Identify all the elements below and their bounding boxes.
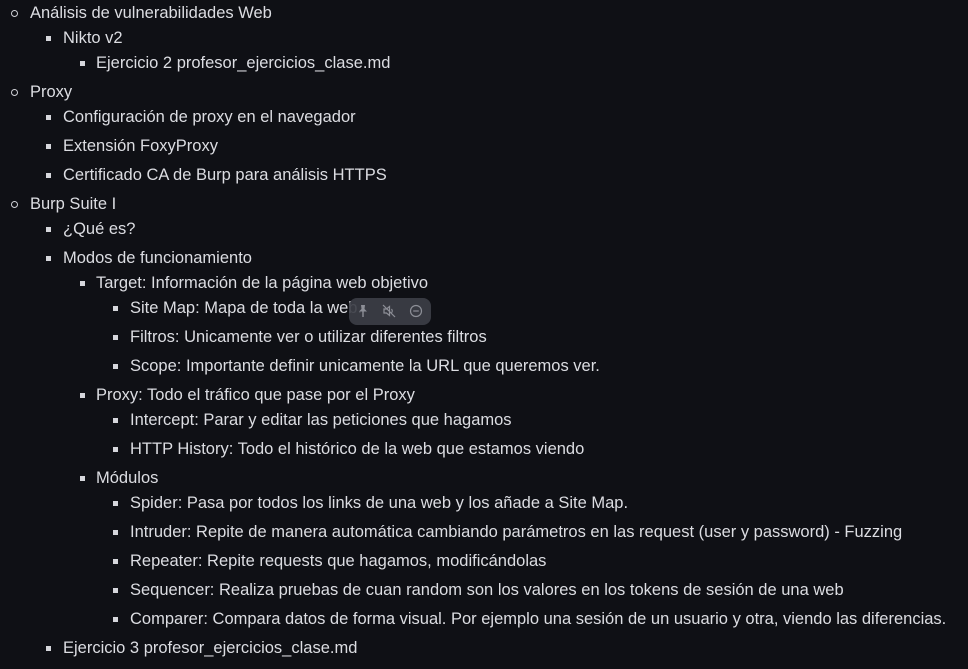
outline-item-text: Análisis de vulnerabilidades Web [30, 4, 272, 22]
outline-item-text: Módulos [96, 469, 159, 487]
outline-item-text: Comparer: Compara datos de forma visual.… [130, 610, 947, 628]
outline-item-text: Sequencer: Realiza pruebas de cuan rando… [130, 581, 844, 599]
outline-item-text: Modos de funcionamiento [63, 249, 252, 267]
outline-item-text: Scope: Importante definir unicamente la … [130, 357, 600, 375]
outline-item-text: Extensión FoxyProxy [63, 137, 218, 155]
square-bullet-icon [46, 115, 51, 120]
outline-item-text: Proxy [30, 83, 73, 101]
square-bullet-icon [46, 227, 51, 232]
square-bullet-icon [113, 530, 118, 535]
floating-toolbar [349, 298, 431, 325]
square-bullet-icon [113, 559, 118, 564]
outline-item-text: Burp Suite I [30, 195, 117, 213]
square-bullet-icon [46, 173, 51, 178]
outline-item-text: Site Map: Mapa de toda la web. [130, 299, 363, 317]
square-bullet-icon [46, 36, 51, 41]
square-bullet-icon [113, 418, 118, 423]
square-bullet-icon [80, 281, 85, 286]
outline-list: Análisis de vulnerabilidades Web Nikto v… [0, 0, 968, 669]
square-bullet-icon [113, 306, 118, 311]
outline-item-text: Filtros: Unicamente ver o utilizar difer… [130, 328, 487, 346]
outline-item-text: Nikto v2 [63, 29, 123, 47]
square-bullet-icon [46, 646, 51, 651]
outline-item-text: Ejercicio 3 profesor_ejercicios_clase.md [63, 639, 358, 657]
outline-item-text: Proxy: Todo el tráfico que pase por el P… [96, 386, 415, 404]
square-bullet-icon [113, 364, 118, 369]
pin-icon[interactable] [354, 302, 372, 320]
outline-item-text: Target: Información de la página web obj… [96, 274, 429, 292]
square-bullet-icon [113, 447, 118, 452]
square-bullet-icon [46, 256, 51, 261]
square-bullet-icon [46, 144, 51, 149]
outline-item-text: Ejercicio 2 profesor_ejercicios_clase.md [96, 54, 391, 72]
outline-item-text: Intercept: Parar y editar las peticiones… [130, 411, 512, 429]
outline-item-text: ¿Qué es? [63, 220, 136, 238]
outline-item-text: Intruder: Repite de manera automática ca… [130, 523, 903, 541]
outline-item-text: Spider: Pasa por todos los links de una … [130, 494, 629, 512]
circle-bullet-icon [11, 9, 18, 17]
circle-bullet-icon [11, 200, 18, 208]
outline-item-text: HTTP History: Todo el histórico de la we… [130, 440, 585, 458]
square-bullet-icon [80, 476, 85, 481]
square-bullet-icon [113, 588, 118, 593]
minus-circle-icon[interactable] [407, 302, 425, 320]
mute-icon[interactable] [380, 302, 398, 320]
square-bullet-icon [80, 393, 85, 398]
square-bullet-icon [113, 617, 118, 622]
square-bullet-icon [113, 501, 118, 506]
outline-item-text: Repeater: Repite requests que hagamos, m… [130, 552, 547, 570]
outline-item-text: Configuración de proxy en el navegador [63, 108, 356, 126]
square-bullet-icon [113, 335, 118, 340]
square-bullet-icon [80, 61, 85, 66]
circle-bullet-icon [11, 88, 18, 96]
outline-item-text: Certificado CA de Burp para análisis HTT… [63, 166, 387, 184]
